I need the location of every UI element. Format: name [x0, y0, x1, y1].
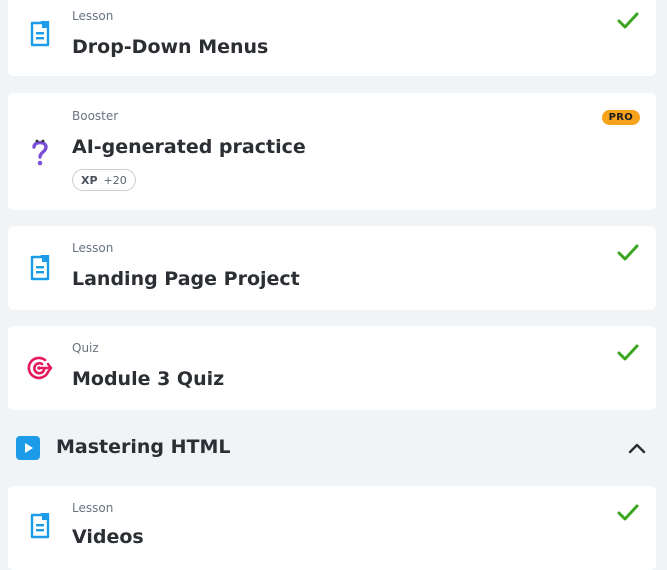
target-icon [26, 354, 54, 382]
item-kind-label: Quiz [72, 341, 99, 355]
item-title: Videos [72, 526, 144, 548]
lesson-card-landing-page-project[interactable]: Lesson Landing Page Project [8, 226, 656, 310]
xp-label: XP [81, 173, 98, 187]
item-kind-label: Lesson [72, 501, 114, 515]
lesson-icon [26, 512, 54, 540]
section-header-mastering-html[interactable]: Mastering HTML [16, 431, 656, 465]
checkmark-icon [617, 12, 639, 29]
lesson-card-drop-down-menus[interactable]: Lesson Drop-Down Menus [8, 0, 656, 76]
item-kind-label: Lesson [72, 9, 114, 23]
item-title: Landing Page Project [72, 268, 300, 290]
item-title: Drop-Down Menus [72, 36, 269, 58]
lesson-icon [26, 20, 54, 48]
pro-badge: PRO [601, 110, 640, 125]
item-kind-label: Booster [72, 109, 119, 123]
booster-card-ai-practice[interactable]: Booster AI-generated practice PRO XP +20 [8, 93, 656, 210]
question-icon [26, 139, 54, 167]
item-kind-label: Lesson [72, 241, 114, 255]
quiz-card-module-3[interactable]: Quiz Module 3 Quiz [8, 326, 656, 410]
xp-chip: XP +20 [72, 169, 136, 191]
play-icon [16, 436, 40, 460]
checkmark-icon [617, 244, 639, 261]
checkmark-icon [617, 504, 639, 521]
chevron-up-icon[interactable] [628, 439, 646, 457]
item-title: Module 3 Quiz [72, 368, 225, 390]
checkmark-icon [617, 344, 639, 361]
lesson-icon [26, 254, 54, 282]
lesson-card-videos[interactable]: Lesson Videos [8, 486, 656, 570]
item-title: AI-generated practice [72, 136, 306, 158]
section-title: Mastering HTML [56, 436, 231, 458]
xp-value: +20 [103, 173, 127, 187]
